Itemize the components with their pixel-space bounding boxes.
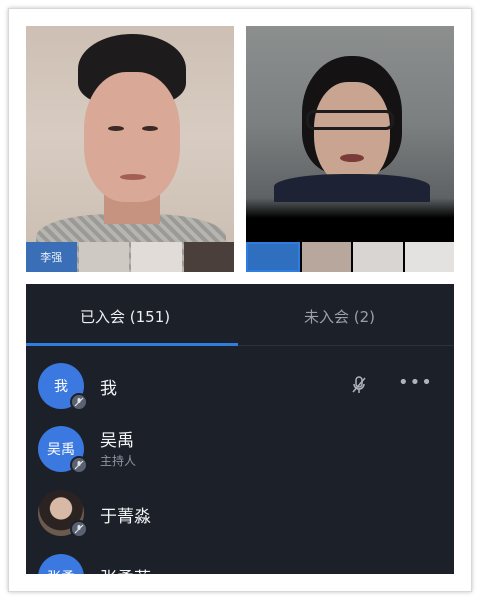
mic-muted-icon	[70, 393, 88, 411]
video-thumbnail[interactable]	[301, 242, 351, 272]
avatar-text: 张柔	[47, 567, 75, 574]
participant-row[interactable]: 于菁淼	[26, 482, 454, 546]
person-mouth	[120, 174, 146, 180]
video-thumbnail[interactable]	[404, 242, 454, 272]
person-glasses	[306, 110, 394, 130]
video-thumbnail[interactable]	[78, 242, 129, 272]
avatar-text: 我	[54, 379, 68, 395]
participant-name: 张柔菲	[100, 564, 151, 574]
video-tile-left[interactable]: 李强	[26, 26, 234, 272]
thumbnail-strip: 李强	[26, 242, 234, 272]
thumbnail-strip	[246, 242, 454, 272]
participant-role: 主持人	[100, 454, 137, 468]
video-tile-right[interactable]	[246, 26, 454, 272]
participant-row[interactable]: 张柔 张柔菲	[26, 546, 454, 574]
participant-row[interactable]: 我 我 •••	[26, 354, 454, 418]
video-thumbnail[interactable]	[246, 242, 300, 272]
participant-name: 吴禹	[100, 431, 134, 451]
tab-joined[interactable]: 已入会 (151)	[80, 306, 170, 327]
more-icon[interactable]: •••	[398, 372, 433, 393]
participants-panel: 已入会 (151) 未入会 (2) 我 我 ••• 吴禹 吴禹 主持人 于菁淼	[26, 284, 454, 574]
avatar-text: 吴禹	[47, 442, 75, 458]
participant-name-tag: 李强	[26, 242, 77, 272]
avatar: 吴禹	[38, 426, 88, 474]
participant-row[interactable]: 吴禹 吴禹 主持人	[26, 418, 454, 482]
person-eye	[142, 126, 158, 131]
avatar	[38, 490, 88, 538]
avatar: 张柔	[38, 554, 84, 574]
tab-not-joined[interactable]: 未入会 (2)	[304, 306, 375, 327]
person-eye	[108, 126, 124, 131]
person-mouth	[340, 154, 364, 162]
participant-name: 于菁淼	[100, 507, 151, 527]
video-thumbnail[interactable]	[131, 242, 182, 272]
video-thumbnail[interactable]	[353, 242, 403, 272]
person-face	[84, 72, 180, 202]
avatar: 我	[38, 363, 88, 411]
video-thumbnail[interactable]	[183, 242, 234, 272]
mic-muted-icon	[70, 456, 88, 474]
mic-muted-icon	[70, 520, 88, 538]
video-thumbnail[interactable]: 李强	[26, 242, 77, 272]
participant-name: 我	[100, 379, 117, 399]
mic-muted-icon[interactable]	[352, 376, 366, 398]
person-body	[274, 174, 430, 202]
person-face	[314, 82, 390, 186]
active-tab-indicator	[26, 343, 238, 346]
participant-tabs: 已入会 (151) 未入会 (2)	[26, 284, 454, 346]
